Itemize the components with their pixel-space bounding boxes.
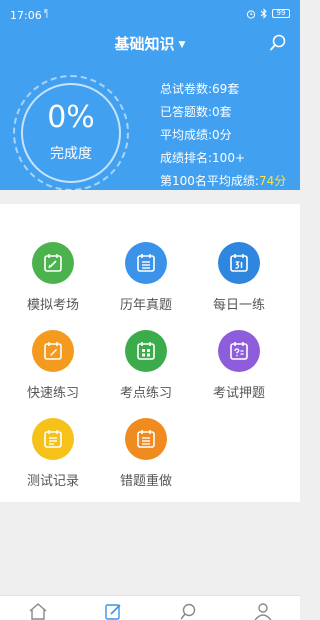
stat-label: 总试卷数: — [160, 82, 213, 96]
stat-label: 平均成绩: — [160, 128, 213, 142]
stat-label: 第100名平均成绩: — [160, 174, 259, 188]
stat-value: 74分 — [258, 174, 287, 188]
grid-item-daily-practice[interactable]: 每日一练 — [194, 230, 294, 313]
grid-item-label: 历年真题 — [119, 298, 172, 313]
status-bar: 17:06 ᴵᴵ| 99 — [0, 0, 300, 30]
completion-label: 完成度 — [50, 146, 92, 162]
bottom-nav — [0, 595, 300, 620]
bluetooth-icon — [260, 8, 267, 19]
day-calendar-icon — [218, 242, 260, 284]
grid-item-label: 错题重做 — [119, 474, 172, 489]
status-right-icons: 99 — [246, 8, 290, 19]
grid-item-label: 测试记录 — [26, 474, 79, 489]
grid-item-label: 每日一练 — [212, 298, 265, 313]
battery-icon: 99 — [272, 9, 290, 18]
feature-grid: 模拟考场 历年真题 每日一练 快速练习 考点练习 考试押题 测试记录 错题重做 — [0, 204, 300, 502]
stat-value: 0分 — [212, 128, 232, 142]
pen-calendar-icon — [32, 330, 74, 372]
chevron-down-icon: ▼ — [178, 39, 186, 50]
status-time: 17:06 — [10, 9, 42, 22]
stat-value: 0套 — [212, 105, 232, 119]
stat-row-average: 平均成绩:0分 — [160, 126, 300, 149]
grid-item-quick-practice[interactable]: 快速练习 — [8, 318, 108, 401]
grid-item-exam-prediction[interactable]: 考试押题 — [194, 318, 294, 401]
progress-panel: 0% 完成度 总试卷数:69套 已答题数:0套 平均成绩:0分 成绩排名:100… — [0, 58, 300, 191]
subject-dropdown[interactable]: 基础知识 ▼ — [0, 33, 300, 54]
grid-item-mock-exam[interactable]: 模拟考场 — [8, 230, 108, 313]
signal-icon: ᴵᴵ| — [44, 9, 49, 19]
app-header: 基础知识 ▼ — [0, 30, 300, 58]
stats-list: 总试卷数:69套 已答题数:0套 平均成绩:0分 成绩排名:100+ 第100名… — [160, 80, 300, 195]
discover-icon[interactable] — [178, 602, 198, 620]
completion-percent: 0% — [47, 100, 95, 135]
stat-label: 成绩排名: — [160, 151, 213, 165]
grid-item-redo-mistakes[interactable]: 错题重做 — [101, 406, 201, 489]
grid-item-label: 模拟考场 — [26, 298, 79, 313]
stat-value: 100+ — [212, 151, 246, 165]
alarm-icon — [246, 9, 256, 19]
stat-row-top100: 第100名平均成绩:74分 — [160, 172, 300, 195]
redo-calendar-icon — [125, 418, 167, 460]
record-calendar-icon — [32, 418, 74, 460]
search-icon[interactable] — [268, 33, 288, 53]
grid-item-label: 考点练习 — [119, 386, 172, 401]
grid-item-label: 考试押题 — [212, 386, 265, 401]
grid-item-label: 快速练习 — [26, 386, 79, 401]
stat-label: 已答题数: — [160, 105, 213, 119]
grid-item-topic-practice[interactable]: 考点练习 — [101, 318, 201, 401]
grid-item-past-papers[interactable]: 历年真题 — [101, 230, 201, 313]
stat-value: 69套 — [212, 82, 240, 96]
practice-icon[interactable] — [103, 602, 123, 620]
list-calendar-icon — [125, 242, 167, 284]
edit-calendar-icon — [32, 242, 74, 284]
grid-calendar-icon — [125, 330, 167, 372]
grid-item-test-records[interactable]: 测试记录 — [8, 406, 108, 489]
question-calendar-icon — [218, 330, 260, 372]
stat-row-total: 总试卷数:69套 — [160, 80, 300, 103]
page-title: 基础知识 — [114, 35, 175, 53]
stat-row-rank: 成绩排名:100+ — [160, 149, 300, 172]
profile-icon[interactable] — [253, 602, 273, 620]
home-icon[interactable] — [28, 602, 48, 620]
stat-row-answered: 已答题数:0套 — [160, 103, 300, 126]
